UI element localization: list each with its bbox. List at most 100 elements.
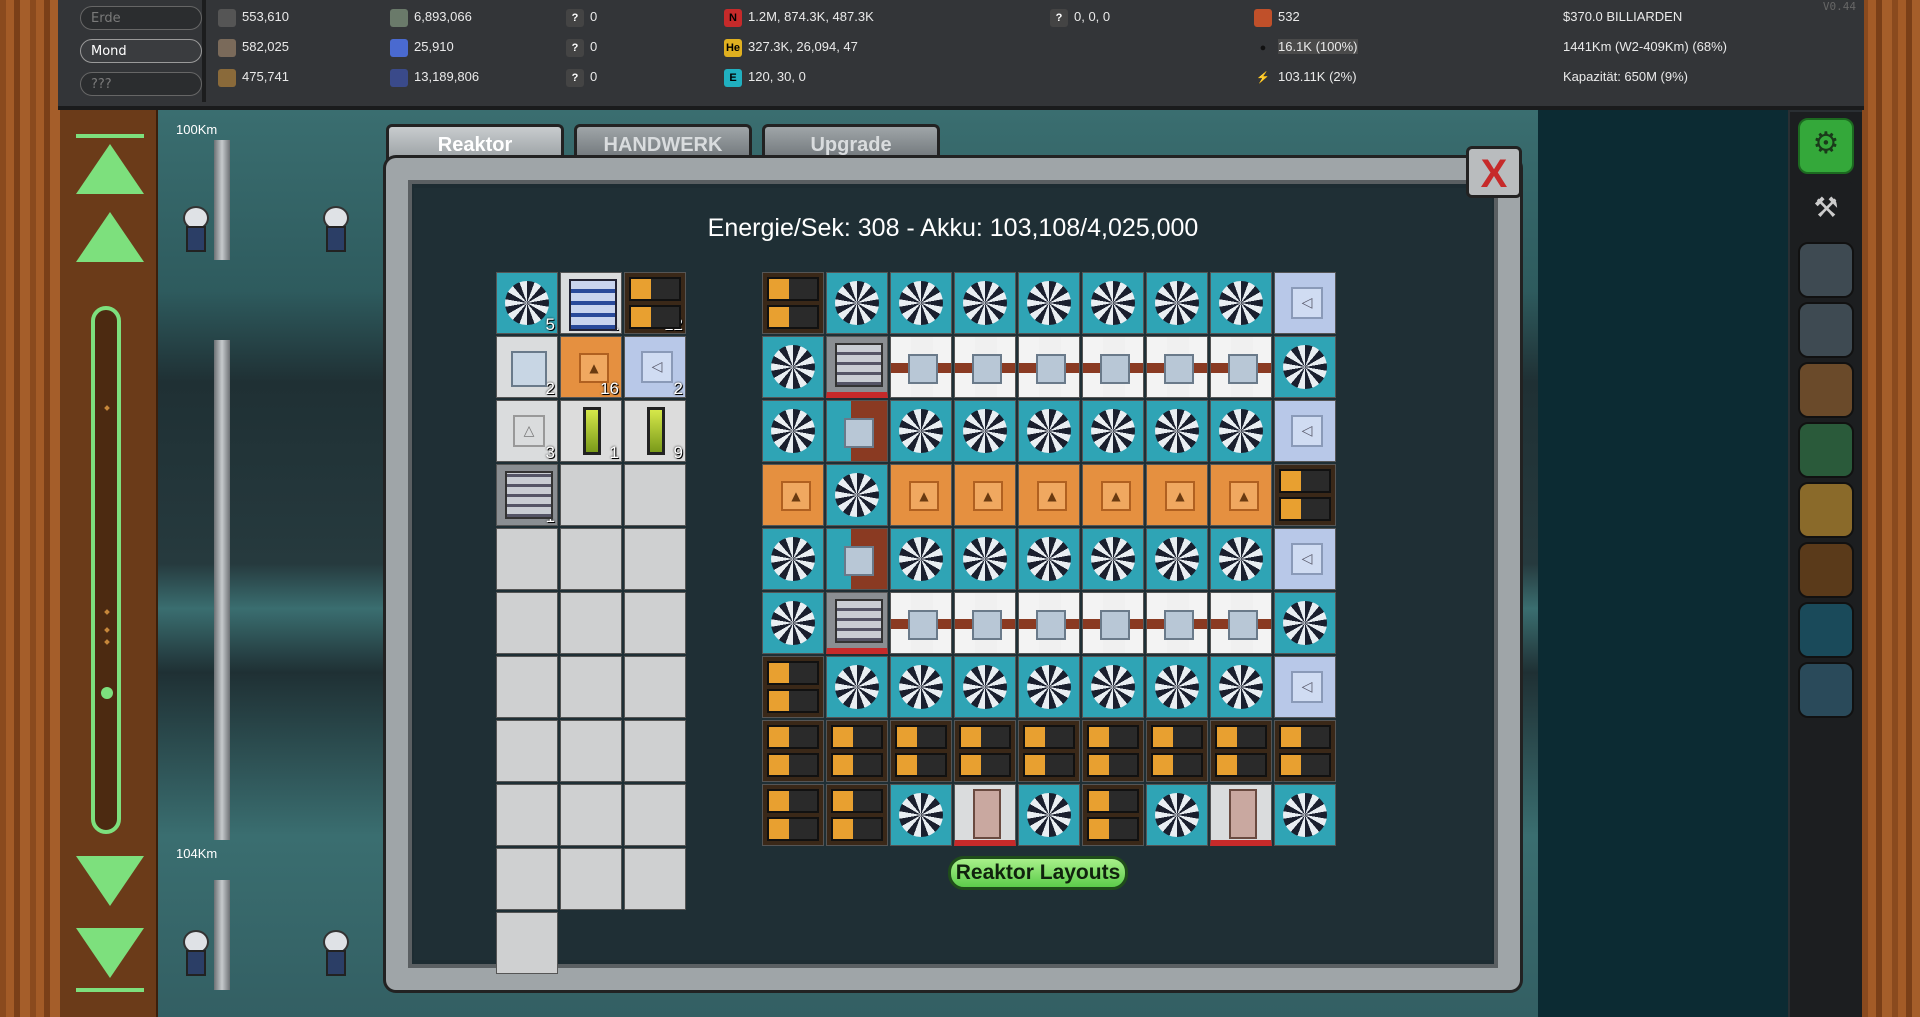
inventory-slot-empty[interactable]	[560, 848, 622, 910]
reactor-cell-fan[interactable]	[1018, 784, 1080, 846]
inventory-slot-empty[interactable]	[624, 464, 686, 526]
inventory-slot-empty[interactable]	[496, 528, 558, 590]
reactor-layouts-button[interactable]: Reaktor Layouts	[948, 856, 1128, 890]
inventory-slot-empty[interactable]	[624, 720, 686, 782]
reactor-cell-pipev[interactable]	[826, 400, 888, 462]
reactor-cell-battery[interactable]	[762, 656, 824, 718]
inventory-slot-empty[interactable]	[496, 656, 558, 718]
reactor-cell-battery[interactable]	[1082, 720, 1144, 782]
reactor-cell-fan[interactable]	[1082, 528, 1144, 590]
reactor-cell-door[interactable]	[1210, 784, 1272, 846]
inventory-slot-rod[interactable]: 1	[560, 400, 622, 462]
reactor-cell-fan[interactable]	[762, 528, 824, 590]
reactor-cell-fan[interactable]	[1082, 272, 1144, 334]
depth-slider[interactable]	[91, 306, 121, 834]
world-tab-mond[interactable]: Mond	[80, 39, 202, 63]
reactor-cell-chiplr[interactable]	[826, 592, 888, 654]
reactor-cell-fan[interactable]	[1146, 528, 1208, 590]
reactor-cell-pipe[interactable]	[1082, 592, 1144, 654]
garage-icon[interactable]	[1798, 302, 1854, 358]
reactor-cell-battery[interactable]	[954, 720, 1016, 782]
close-button[interactable]: X	[1466, 146, 1522, 198]
scroll-up-fast-button[interactable]	[76, 144, 144, 194]
inventory-slot-white2[interactable]: 2	[496, 336, 558, 398]
inventory-slot-empty[interactable]	[624, 528, 686, 590]
reactor-cell-blue[interactable]	[1274, 272, 1336, 334]
inventory-slot-bluechip[interactable]: 1	[560, 272, 622, 334]
inventory-slot-fan[interactable]: 5	[496, 272, 558, 334]
reactor-cell-pipe[interactable]	[1210, 592, 1272, 654]
inventory-slot-battery[interactable]: 12	[624, 272, 686, 334]
reactor-cell-fan[interactable]	[1082, 656, 1144, 718]
settings-gear-icon[interactable]: ⚙	[1798, 118, 1854, 174]
reactor-cell-door[interactable]	[954, 784, 1016, 846]
reactor-cell-fan[interactable]	[826, 272, 888, 334]
reactor-cell-fan[interactable]	[890, 272, 952, 334]
reactor-cell-fan[interactable]	[954, 528, 1016, 590]
reactor-cell-fan[interactable]	[762, 400, 824, 462]
reactor-cell-fan[interactable]	[954, 400, 1016, 462]
inventory-slot-empty[interactable]	[624, 656, 686, 718]
tab-handwerk[interactable]: HANDWERK	[574, 124, 752, 160]
inventory-slot-empty[interactable]	[496, 784, 558, 846]
reactor-cell-fan[interactable]	[1146, 400, 1208, 462]
inventory-slot-empty[interactable]	[496, 592, 558, 654]
inventory-slot-empty[interactable]	[624, 784, 686, 846]
reactor-cell-fan[interactable]	[890, 784, 952, 846]
reactor-cell-fan[interactable]	[762, 592, 824, 654]
miner[interactable]	[318, 930, 349, 976]
reactor-cell-fan[interactable]	[890, 528, 952, 590]
reactor-cell-fan[interactable]	[1210, 528, 1272, 590]
reactor-cell-fan[interactable]	[1146, 656, 1208, 718]
reactor-cell-fan[interactable]	[1018, 400, 1080, 462]
reactor-cell-fan[interactable]	[1210, 400, 1272, 462]
world-tab-erde[interactable]: Erde	[80, 6, 202, 30]
reactor-cell-fan[interactable]	[762, 336, 824, 398]
inventory-slot-white[interactable]: 3	[496, 400, 558, 462]
inventory-slot-blue[interactable]: 2	[624, 336, 686, 398]
inventory-slot-empty[interactable]	[560, 784, 622, 846]
reactor-cell-pipe[interactable]	[1018, 592, 1080, 654]
inventory-slot-rod[interactable]: 9	[624, 400, 686, 462]
reactor-cell-orange[interactable]	[762, 464, 824, 526]
reactor-cell-pipe[interactable]	[890, 336, 952, 398]
inventory-slot-empty[interactable]	[496, 720, 558, 782]
reactor-cell-fan[interactable]	[1146, 272, 1208, 334]
reactor-cell-fan[interactable]	[890, 400, 952, 462]
reactor-cell-fan[interactable]	[1274, 592, 1336, 654]
miner[interactable]	[178, 930, 209, 976]
reactor-cell-blue[interactable]	[1274, 400, 1336, 462]
reactor-cell-fan[interactable]	[1146, 784, 1208, 846]
reactor-cell-pipe[interactable]	[1146, 336, 1208, 398]
reactor-cell-chiplr[interactable]	[826, 336, 888, 398]
cave-icon[interactable]	[1798, 362, 1854, 418]
miner[interactable]	[178, 206, 209, 252]
reactor-cell-pipe[interactable]	[1018, 336, 1080, 398]
scroll-up-button[interactable]	[76, 212, 144, 262]
reactor-cell-blue[interactable]	[1274, 656, 1336, 718]
lava-icon[interactable]	[1798, 542, 1854, 598]
depth-slider-knob[interactable]	[101, 687, 113, 699]
reactor-cell-battery[interactable]	[826, 720, 888, 782]
scroll-down-fast-button[interactable]	[76, 928, 144, 978]
reactor-cell-orange[interactable]	[1018, 464, 1080, 526]
reactor-cell-battery[interactable]	[890, 720, 952, 782]
reactor-cell-pipe[interactable]	[1146, 592, 1208, 654]
reactor-cell-battery[interactable]	[1146, 720, 1208, 782]
reactor-cell-fan[interactable]	[826, 464, 888, 526]
pool-icon[interactable]	[1798, 602, 1854, 658]
gold-mine-icon[interactable]	[1798, 482, 1854, 538]
reactor-cell-battery[interactable]	[1018, 720, 1080, 782]
reactor-cell-fan[interactable]	[954, 272, 1016, 334]
inventory-slot-chip[interactable]: 1	[496, 464, 558, 526]
reactor-cell-orange[interactable]	[890, 464, 952, 526]
reactor-cell-pipe[interactable]	[1210, 336, 1272, 398]
reactor-cell-battery[interactable]	[762, 784, 824, 846]
manager-icon[interactable]	[1798, 242, 1854, 298]
reactor-cell-battery[interactable]	[762, 272, 824, 334]
reactor-cell-pipe[interactable]	[954, 336, 1016, 398]
inventory-slot-orange[interactable]: 16	[560, 336, 622, 398]
reactor-cell-pipe[interactable]	[954, 592, 1016, 654]
inventory-slot-empty[interactable]	[560, 656, 622, 718]
reactor-cell-fan[interactable]	[1274, 784, 1336, 846]
